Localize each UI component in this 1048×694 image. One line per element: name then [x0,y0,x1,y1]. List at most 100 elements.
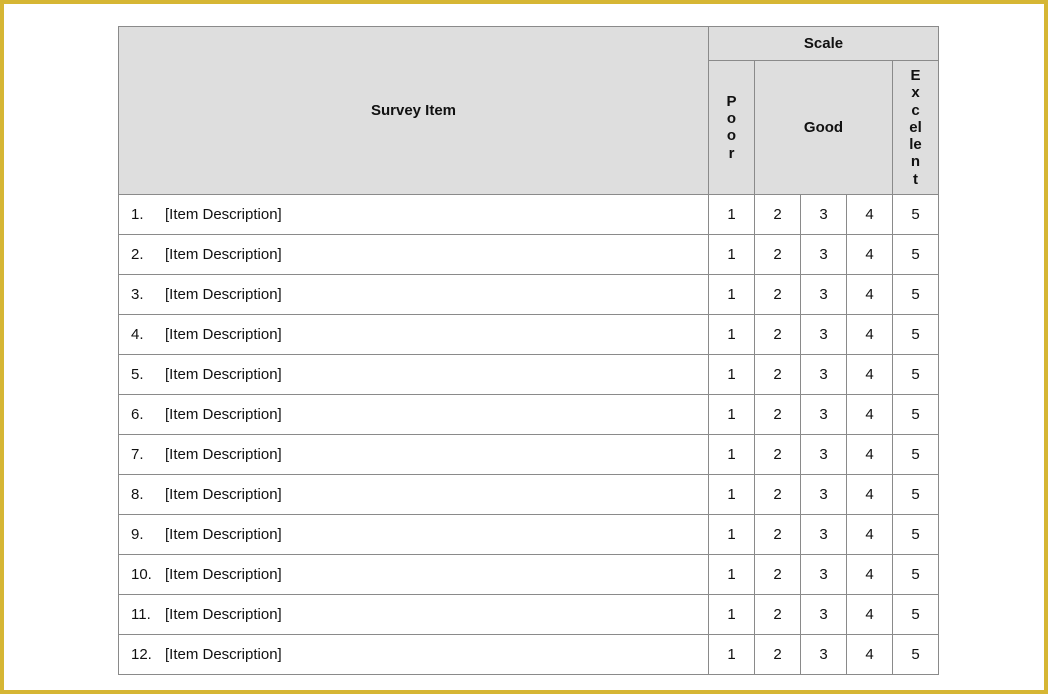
rating-cell[interactable]: 2 [755,394,801,434]
rating-cell[interactable]: 2 [755,274,801,314]
rating-cell[interactable]: 1 [709,314,755,354]
rating-cell[interactable]: 5 [893,234,939,274]
rating-cell[interactable]: 2 [755,634,801,674]
table-row: 10. [Item Description] 12345 [119,554,939,594]
rating-cell[interactable]: 2 [755,434,801,474]
table-row: 2.[Item Description]12345 [119,234,939,274]
rating-cell[interactable]: 5 [893,634,939,674]
rating-cell[interactable]: 1 [709,474,755,514]
rating-cell[interactable]: 2 [755,554,801,594]
rating-cell[interactable]: 2 [755,514,801,554]
rating-cell[interactable]: 4 [847,434,893,474]
rating-cell[interactable]: 4 [847,634,893,674]
item-number: 2. [131,246,159,263]
rating-cell[interactable]: 2 [755,314,801,354]
rating-cell[interactable]: 5 [893,474,939,514]
item-number: 6. [131,406,159,423]
rating-cell[interactable]: 4 [847,314,893,354]
item-description: [Item Description] [165,646,282,663]
table-row: 1.[Item Description]12345 [119,194,939,234]
rating-cell[interactable]: 1 [709,594,755,634]
item-cell: 11.[Item Description] [119,594,709,634]
rating-cell[interactable]: 2 [755,194,801,234]
item-description: [Item Description] [165,446,282,463]
header-scale-excellent: Excellent [893,61,939,195]
rating-cell[interactable]: 5 [893,554,939,594]
rating-cell[interactable]: 4 [847,474,893,514]
rating-cell[interactable]: 5 [893,514,939,554]
item-number: 3. [131,286,159,303]
rating-cell[interactable]: 4 [847,594,893,634]
header-scale-poor-text: Poor [725,93,739,162]
rating-cell[interactable]: 5 [893,194,939,234]
rating-cell[interactable]: 5 [893,434,939,474]
item-cell: 12. [Item Description] [119,634,709,674]
rating-cell[interactable]: 3 [801,314,847,354]
table-row: 3. [Item Description] 12345 [119,274,939,314]
table-row: 12. [Item Description] 12345 [119,634,939,674]
rating-cell[interactable]: 4 [847,274,893,314]
survey-table-container: Survey Item Scale Poor Good Excellent 1.… [118,26,938,675]
rating-cell[interactable]: 3 [801,194,847,234]
rating-cell[interactable]: 5 [893,354,939,394]
item-number: 11. [131,606,159,623]
rating-cell[interactable]: 3 [801,634,847,674]
rating-cell[interactable]: 2 [755,594,801,634]
item-number: 5. [131,366,159,383]
rating-cell[interactable]: 5 [893,274,939,314]
rating-cell[interactable]: 3 [801,234,847,274]
item-number: 4. [131,326,159,343]
item-description: [Item Description] [165,566,282,583]
rating-cell[interactable]: 1 [709,394,755,434]
item-number: 12. [131,646,159,663]
item-number: 10. [131,566,159,583]
rating-cell[interactable]: 4 [847,234,893,274]
rating-cell[interactable]: 4 [847,354,893,394]
rating-cell[interactable]: 1 [709,554,755,594]
rating-cell[interactable]: 1 [709,434,755,474]
item-number: 9. [131,526,159,543]
rating-cell[interactable]: 1 [709,514,755,554]
table-row: 7. [Item Description] 12345 [119,434,939,474]
rating-cell[interactable]: 4 [847,194,893,234]
rating-cell[interactable]: 3 [801,594,847,634]
rating-cell[interactable]: 4 [847,394,893,434]
rating-cell[interactable]: 2 [755,234,801,274]
rating-cell[interactable]: 3 [801,274,847,314]
rating-cell[interactable]: 4 [847,514,893,554]
rating-cell[interactable]: 3 [801,514,847,554]
rating-cell[interactable]: 2 [755,474,801,514]
item-cell: 3. [Item Description] [119,274,709,314]
rating-cell[interactable]: 1 [709,354,755,394]
rating-cell[interactable]: 5 [893,314,939,354]
rating-cell[interactable]: 3 [801,434,847,474]
header-scale: Scale [709,27,939,61]
rating-cell[interactable]: 1 [709,634,755,674]
rating-cell[interactable]: 4 [847,554,893,594]
item-cell: 10. [Item Description] [119,554,709,594]
rating-cell[interactable]: 3 [801,394,847,434]
rating-cell[interactable]: 3 [801,474,847,514]
item-cell: 9. [Item Description] [119,514,709,554]
rating-cell[interactable]: 1 [709,274,755,314]
table-row: 9. [Item Description] 12345 [119,514,939,554]
item-description: [Item Description] [165,406,282,423]
rating-cell[interactable]: 5 [893,394,939,434]
item-description: [Item Description] [165,286,282,303]
item-cell: 5.[Item Description] [119,354,709,394]
rating-cell[interactable]: 2 [755,354,801,394]
rating-cell[interactable]: 1 [709,234,755,274]
rating-cell[interactable]: 1 [709,194,755,234]
item-description: [Item Description] [165,526,282,543]
rating-cell[interactable]: 5 [893,594,939,634]
table-row: 11.[Item Description]12345 [119,594,939,634]
item-number: 8. [131,486,159,503]
rating-cell[interactable]: 3 [801,354,847,394]
header-survey-item: Survey Item [119,27,709,195]
table-row: 4. [Item Description] 12345 [119,314,939,354]
rating-cell[interactable]: 3 [801,554,847,594]
item-number: 7. [131,446,159,463]
item-cell: 6. [Item Description] [119,394,709,434]
item-description: [Item Description] [165,326,282,343]
document-frame: Survey Item Scale Poor Good Excellent 1.… [0,0,1048,694]
